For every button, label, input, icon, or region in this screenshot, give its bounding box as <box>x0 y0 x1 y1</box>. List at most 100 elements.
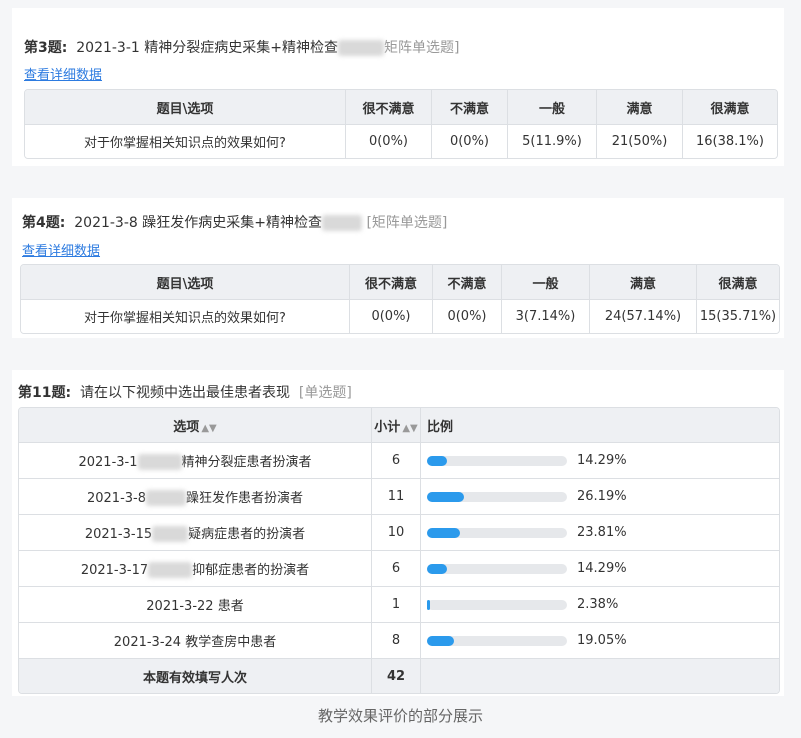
cell-value: 21(50%) <box>597 125 683 158</box>
redacted-blur <box>321 215 362 231</box>
cell-value: 0(0%) <box>350 300 433 333</box>
redacted-blur <box>146 490 186 507</box>
total-count: 42 <box>372 659 421 693</box>
count-header-label: 小计 <box>374 419 401 435</box>
total-label: 本题有效填写人次 <box>19 659 372 693</box>
ratio-percent: 19.05% <box>577 632 627 648</box>
col-header: 满意 <box>590 265 697 300</box>
option-label-suffix: 疑病症患者的扮演者 <box>188 526 306 542</box>
ratio-cell: 26.19% <box>421 479 779 515</box>
q3-title: 第3题: 2021-3-1 精神分裂症病史采集+精神检查 矩阵单选题] <box>24 37 459 57</box>
col-header: 题目\选项 <box>25 90 346 125</box>
ratio-cell: 23.81% <box>421 515 779 551</box>
count-header[interactable]: 小计 ▲▼ <box>372 408 421 443</box>
progress-fill <box>427 635 454 646</box>
col-header: 很不满意 <box>346 90 432 125</box>
col-header: 很不满意 <box>350 265 433 300</box>
q11-table: 选项 ▲▼ 小计 ▲▼ 比例 2021-3-1 精神分裂症患者扮演者 6 14.29% 20… <box>18 407 780 694</box>
option-label: 2021-3-22 患者 <box>146 599 244 614</box>
count-cell: 11 <box>372 479 421 515</box>
option-label: 2021-3-24 教学查房中患者 <box>113 635 277 650</box>
progress-track <box>427 563 567 574</box>
q4-detail-link[interactable]: 查看详细数据 <box>22 240 100 259</box>
cell-value: 0(0%) <box>346 125 432 158</box>
option-label: 2021-3-8 <box>86 490 146 506</box>
table-row: 2021-3-22 患者 1 2.38% <box>19 587 779 623</box>
table-row: 2021-3-8 躁狂发作患者扮演者 11 26.19% <box>19 479 779 515</box>
table-row: 2021-3-15 疑病症患者的扮演者 10 23.81% <box>19 515 779 551</box>
table-header-row: 题目\选项 很不满意 不满意 一般 满意 很满意 <box>25 90 777 125</box>
table-row: 2021-3-17 抑郁症患者的扮演者 6 14.29% <box>19 551 779 587</box>
option-header[interactable]: 选项 ▲▼ <box>19 408 372 443</box>
option-label-suffix: 抑郁症患者的扮演者 <box>192 562 310 578</box>
progress-track <box>427 455 567 466</box>
q3-detail-link[interactable]: 查看详细数据 <box>24 64 102 83</box>
q4-number: 第4题: <box>22 215 66 231</box>
ratio-percent: 14.29% <box>577 560 627 576</box>
sort-icon[interactable]: ▲▼ <box>201 423 216 434</box>
count-cell: 6 <box>372 551 421 587</box>
progress-track <box>427 491 567 502</box>
option-cell: 2021-3-17 抑郁症患者的扮演者 <box>19 551 372 587</box>
redacted-blur <box>152 526 189 543</box>
ratio-percent: 23.81% <box>577 524 627 540</box>
option-header-label: 选项 <box>173 419 200 435</box>
cell-value: 24(57.14%) <box>590 300 697 333</box>
cell-value: 0(0%) <box>433 300 502 333</box>
progress-fill <box>427 491 464 502</box>
q11-number: 第11题: <box>18 385 72 401</box>
option-cell: 2021-3-15 疑病症患者的扮演者 <box>19 515 372 551</box>
q11-type: [单选题] <box>298 385 352 401</box>
total-row: 本题有效填写人次 42 <box>19 659 779 693</box>
cell-value: 3(7.14%) <box>502 300 590 333</box>
progress-track <box>427 635 567 646</box>
col-header: 不满意 <box>432 90 508 125</box>
col-header: 满意 <box>597 90 683 125</box>
table-row: 2021-3-24 教学查房中患者 8 19.05% <box>19 623 779 659</box>
option-label-suffix: 躁狂发作患者扮演者 <box>186 490 304 506</box>
sort-icon[interactable]: ▲▼ <box>402 423 417 434</box>
q4-title: 第4题: 2021-3-8 躁狂发作病史采集+精神检查 [矩阵单选题] <box>22 212 447 232</box>
progress-fill <box>427 455 447 466</box>
ratio-cell: 14.29% <box>421 551 779 587</box>
cell-value: 15(35.71%) <box>697 300 779 333</box>
ratio-percent: 2.38% <box>577 596 619 612</box>
option-label: 2021-3-17 <box>80 562 149 578</box>
ratio-cell: 2.38% <box>421 587 779 623</box>
col-header: 很满意 <box>697 265 779 300</box>
count-cell: 8 <box>372 623 421 659</box>
option-label: 2021-3-1 <box>78 454 138 470</box>
ratio-cell: 19.05% <box>421 623 779 659</box>
option-cell: 2021-3-24 教学查房中患者 <box>19 623 372 659</box>
cell-value: 5(11.9%) <box>508 125 597 158</box>
row-question: 对于你掌握相关知识点的效果如何? <box>25 125 346 158</box>
redacted-blur <box>137 454 182 471</box>
total-empty <box>421 659 779 693</box>
ratio-percent: 14.29% <box>577 452 627 468</box>
q3-type: 矩阵单选题] <box>383 40 460 56</box>
option-cell: 2021-3-22 患者 <box>19 587 372 623</box>
table-row: 对于你掌握相关知识点的效果如何? 0(0%) 0(0%) 5(11.9%) 21… <box>25 125 777 158</box>
q11-title-text: 请在以下视频中选出最佳患者表现 <box>80 385 290 401</box>
table-header-row: 题目\选项 很不满意 不满意 一般 满意 很满意 <box>21 265 779 300</box>
cell-value: 16(38.1%) <box>683 125 777 158</box>
option-cell: 2021-3-1 精神分裂症患者扮演者 <box>19 443 372 479</box>
redacted-blur <box>148 562 193 579</box>
progress-fill <box>427 563 447 574</box>
table-header-row: 选项 ▲▼ 小计 ▲▼ 比例 <box>19 408 779 443</box>
redacted-blur <box>337 40 384 56</box>
progress-fill <box>427 527 460 538</box>
count-cell: 6 <box>372 443 421 479</box>
col-header: 不满意 <box>433 265 502 300</box>
count-cell: 10 <box>372 515 421 551</box>
q3-number: 第3题: <box>24 40 68 56</box>
ratio-percent: 26.19% <box>577 488 627 504</box>
col-header: 一般 <box>508 90 597 125</box>
q4-table: 题目\选项 很不满意 不满意 一般 满意 很满意 对于你掌握相关知识点的效果如何… <box>20 264 780 334</box>
q11-title: 第11题: 请在以下视频中选出最佳患者表现 [单选题] <box>18 382 352 402</box>
progress-track <box>427 527 567 538</box>
progress-fill <box>427 599 430 610</box>
q3-title-text: 2021-3-1 精神分裂症病史采集+精神检查 <box>76 40 338 56</box>
cell-value: 0(0%) <box>432 125 508 158</box>
ratio-cell: 14.29% <box>421 443 779 479</box>
